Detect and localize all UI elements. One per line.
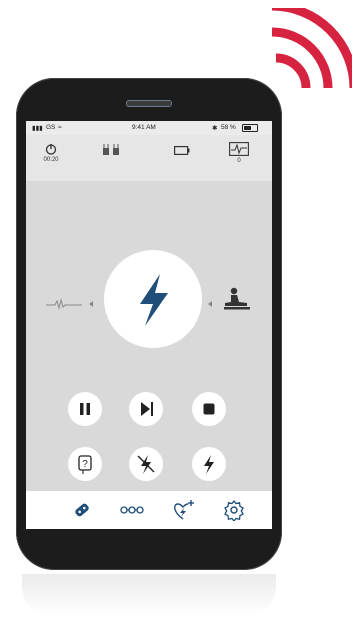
connection-icon[interactable] xyxy=(120,499,144,521)
battery-icon xyxy=(174,146,190,156)
rhythm-counter: 0 xyxy=(237,158,241,164)
battery-percent: 58 % xyxy=(221,124,236,131)
phone-reflection xyxy=(22,574,276,616)
wifi-small-icon: ≈ xyxy=(58,124,62,131)
svg-text:?: ? xyxy=(82,459,88,470)
right-arrow-icon xyxy=(208,301,212,307)
timer-display: 00:20 xyxy=(38,143,64,163)
ecg-monitor: 0 xyxy=(228,142,250,164)
status-time: 9:41 AM xyxy=(132,124,156,131)
app-screen: ▮▮▮ GS ≈ 9:41 AM ✱ 58 % 00:20 0 ? xyxy=(26,121,272,529)
pads-icon[interactable] xyxy=(70,499,94,521)
phone-speaker xyxy=(126,100,172,107)
status-bar: ▮▮▮ GS ≈ 9:41 AM ✱ 58 % xyxy=(26,121,272,135)
carrier-label: GS xyxy=(46,124,56,131)
ecg-waveform-icon xyxy=(46,298,82,310)
timer-value: 00:20 xyxy=(43,157,59,163)
electrode-pads-icon xyxy=(103,144,119,155)
help-button[interactable]: ? xyxy=(68,447,102,481)
settings-gear-icon[interactable] xyxy=(222,499,246,521)
shock-button[interactable] xyxy=(104,250,202,348)
main-panel xyxy=(26,181,272,481)
bottom-nav xyxy=(26,491,272,529)
stop-button[interactable] xyxy=(192,392,226,426)
electrode-pads-status xyxy=(102,144,120,158)
device-status-bar: 00:20 0 xyxy=(26,135,272,181)
help-icon: ? xyxy=(78,455,92,474)
cpr-icon xyxy=(224,287,250,310)
pause-icon xyxy=(80,403,90,415)
pause-button[interactable] xyxy=(68,392,102,426)
heart-shock-icon[interactable] xyxy=(171,499,195,521)
shock-bolt-icon xyxy=(140,274,168,326)
ecg-monitor-icon xyxy=(229,142,249,156)
stop-icon xyxy=(203,403,215,415)
shock-icon xyxy=(204,455,214,474)
left-arrow-icon xyxy=(89,301,93,307)
wireless-signal-icon xyxy=(271,8,352,89)
shock-disabled-button[interactable] xyxy=(129,447,163,481)
skip-next-button[interactable] xyxy=(129,392,163,426)
shock-trigger-button[interactable] xyxy=(192,447,226,481)
battery-status xyxy=(174,146,190,157)
shock-disabled-icon xyxy=(137,455,155,474)
status-battery-icon xyxy=(242,124,258,132)
power-timer-icon xyxy=(45,144,57,155)
skip-next-icon xyxy=(141,402,153,416)
signal-bars-icon: ▮▮▮ xyxy=(32,125,43,132)
phone-frame: ▮▮▮ GS ≈ 9:41 AM ✱ 58 % 00:20 0 ? xyxy=(16,78,282,570)
bluetooth-icon: ✱ xyxy=(212,125,218,132)
